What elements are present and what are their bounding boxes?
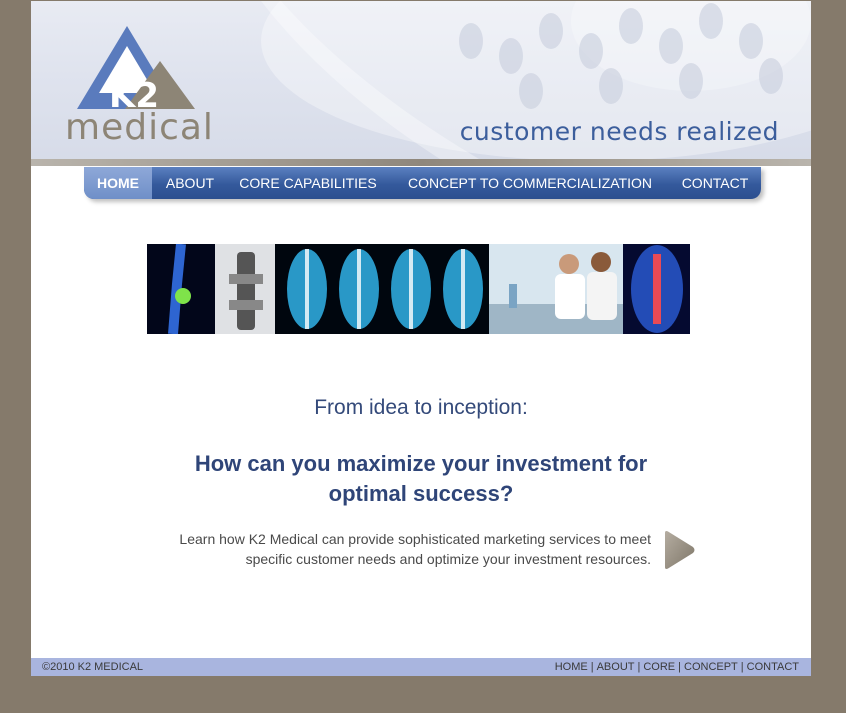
logo-wordmark: medical [65, 107, 214, 148]
nav-about[interactable]: ABOUT [156, 167, 224, 199]
banner-skeleton-leg-image [147, 244, 215, 334]
footer-separator: | [740, 661, 744, 673]
banner-knee-brace-image [215, 244, 275, 334]
intro-text: Learn how K2 Medical can provide sophist… [179, 531, 651, 567]
footer-separator: | [590, 661, 594, 673]
banner-lab-scientists-image [489, 244, 623, 334]
footer-link-core[interactable]: CORE [643, 661, 675, 673]
main-nav: HOME ABOUT CORE CAPABILITIES CONCEPT TO … [84, 167, 761, 199]
footer-separator: | [678, 661, 681, 673]
banner-spine-scan-image [275, 244, 489, 334]
nav-concept-to-commercialization[interactable]: CONCEPT TO COMMERCIALIZATION [396, 167, 664, 199]
footer-link-contact[interactable]: CONTACT [747, 661, 799, 673]
nav-core-capabilities[interactable]: CORE CAPABILITIES [232, 167, 384, 199]
footer-link-about[interactable]: ABOUT [597, 661, 635, 673]
nav-home[interactable]: HOME [84, 167, 152, 199]
header-band [31, 159, 811, 166]
footer: ©2010 K2 MEDICAL HOME | ABOUT | CORE | CONCEPT… [31, 658, 811, 676]
page-container: K2 medical customer needs realized HOME … [31, 1, 811, 676]
footer-link-concept[interactable]: CONCEPT [684, 661, 738, 673]
copyright: ©2010 K2 MEDICAL [42, 661, 144, 673]
banner-spine-highlight-image [623, 244, 690, 334]
footer-nav: HOME | ABOUT | CORE | CONCEPT | CONTACT [555, 658, 799, 676]
nav-contact[interactable]: CONTACT [674, 167, 756, 199]
headline: From idea to inception: [314, 396, 528, 419]
question-heading: How can you maximize your investment for… [194, 451, 648, 506]
header: K2 medical customer needs realized [31, 1, 811, 166]
hero-banner [147, 244, 690, 334]
tagline: customer needs realized [459, 117, 779, 146]
play-arrow-icon[interactable] [662, 530, 696, 570]
footer-link-home[interactable]: HOME [555, 661, 588, 673]
